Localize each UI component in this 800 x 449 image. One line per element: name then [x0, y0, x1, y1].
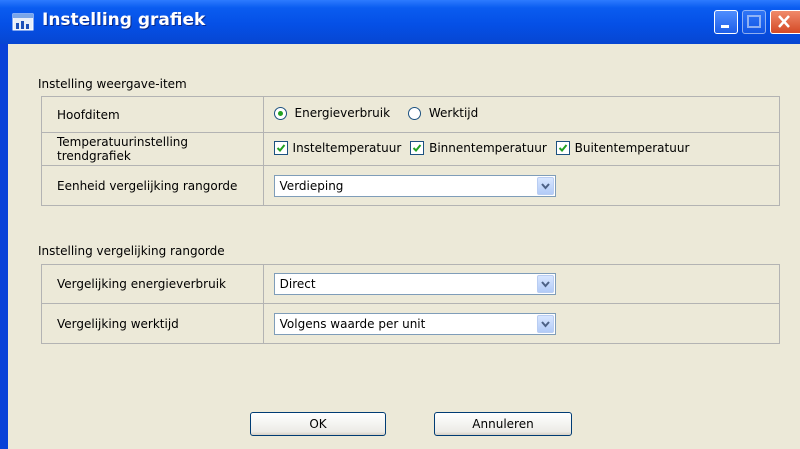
- check-icon: [276, 143, 285, 152]
- row-temperature: Temperatuurinstelling trendgrafiek Inste…: [41, 132, 781, 166]
- row-ranking-unit: Eenheid vergelijking rangorde Verdieping: [41, 165, 781, 206]
- cancel-button[interactable]: Annuleren: [434, 412, 572, 436]
- dialog-window: Instelling grafiek Instelling weergave-i…: [0, 0, 800, 449]
- radio-button[interactable]: [407, 106, 421, 120]
- close-button[interactable]: [770, 10, 800, 34]
- row-label: Vergelijking werktijd: [41, 303, 264, 344]
- radio-label: Werktijd: [428, 106, 479, 121]
- worktime-comparison-cell: Volgens waarde per unit: [262, 303, 781, 344]
- row-label: Hoofditem: [41, 96, 264, 133]
- checkbox-label: Insteltemperatuur: [292, 140, 402, 155]
- dropdown-value: Volgens waarde per unit: [279, 316, 426, 331]
- energy-comparison-dropdown[interactable]: Direct: [273, 273, 556, 295]
- check-icon: [412, 143, 422, 152]
- ok-button[interactable]: OK: [250, 412, 386, 436]
- radio-werktijd[interactable]: Werktijd: [407, 106, 479, 121]
- checkbox-insteltemperatuur[interactable]: Insteltemperatuur: [273, 140, 402, 155]
- worktime-comparison-dropdown[interactable]: Volgens waarde per unit: [273, 312, 556, 335]
- dropdown-button[interactable]: [536, 275, 554, 293]
- section-heading-ranking: Instelling vergelijking rangorde: [38, 244, 225, 258]
- checkbox[interactable]: [555, 140, 570, 155]
- chevron-down-icon: [540, 182, 550, 190]
- checkbox-buitentemperatuur[interactable]: Buitentemperatuur: [555, 140, 690, 155]
- main-item-radio-group: Energieverbruik Werktijd: [262, 96, 781, 133]
- ranking-settings-table: Vergelijking energieverbruik Direct Verg…: [41, 264, 781, 344]
- row-energy-comparison: Vergelijking energieverbruik Direct: [41, 264, 781, 304]
- temperature-checkbox-group: Insteltemperatuur Binnentemperatuur Buit…: [262, 132, 781, 166]
- checkbox-binnentemperatuur[interactable]: Binnentemperatuur: [410, 140, 547, 155]
- display-settings-table: Hoofditem Energieverbruik Werktijd Tempe…: [41, 96, 781, 206]
- dialog-body: Instelling weergave-item Hoofditem Energ…: [8, 44, 800, 449]
- minimize-icon: [721, 25, 729, 28]
- radio-button-selected[interactable]: [273, 106, 287, 120]
- checkbox-label: Binnentemperatuur: [429, 140, 547, 155]
- checkbox[interactable]: [273, 140, 288, 155]
- dropdown-button[interactable]: [536, 176, 554, 195]
- radio-label: Energieverbruik: [294, 106, 391, 121]
- window-title: Instelling grafiek: [42, 10, 206, 30]
- row-label: Eenheid vergelijking rangorde: [41, 165, 264, 206]
- row-label: Vergelijking energieverbruik: [41, 264, 264, 304]
- checkbox[interactable]: [410, 140, 425, 155]
- maximize-icon: [747, 15, 761, 28]
- dropdown-value: Direct: [279, 277, 316, 291]
- radio-energieverbruik[interactable]: Energieverbruik: [273, 106, 391, 121]
- row-label: Temperatuurinstelling trendgrafiek: [41, 132, 264, 166]
- dropdown-button[interactable]: [536, 314, 554, 333]
- title-bar[interactable]: Instelling grafiek: [0, 0, 800, 44]
- chevron-down-icon: [540, 320, 550, 328]
- section-heading-display: Instelling weergave-item: [38, 77, 187, 91]
- row-worktime-comparison: Vergelijking werktijd Volgens waarde per…: [41, 303, 781, 344]
- checkbox-label: Buitentemperatuur: [574, 140, 690, 155]
- minimize-button[interactable]: [714, 10, 738, 34]
- ranking-unit-cell: Verdieping: [262, 165, 781, 206]
- maximize-button[interactable]: [742, 10, 766, 34]
- ranking-unit-dropdown[interactable]: Verdieping: [273, 174, 556, 197]
- energy-comparison-cell: Direct: [262, 264, 781, 304]
- check-icon: [558, 143, 567, 152]
- chevron-down-icon: [540, 281, 550, 288]
- dropdown-value: Verdieping: [279, 178, 344, 193]
- close-icon: [778, 15, 790, 28]
- row-main-item: Hoofditem Energieverbruik Werktijd: [41, 96, 781, 133]
- chart-window-icon: [12, 12, 34, 32]
